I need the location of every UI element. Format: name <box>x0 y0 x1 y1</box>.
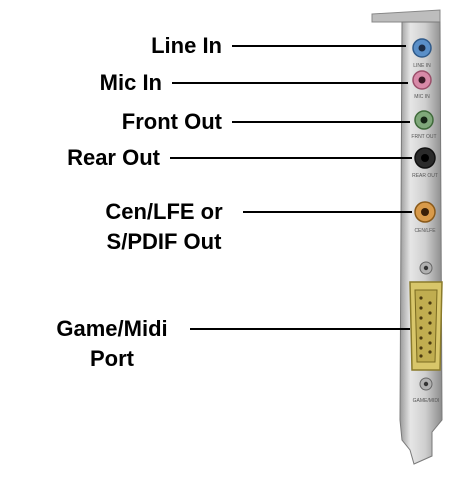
label-cen-lfe-line1: Cen/LFE or <box>105 199 223 224</box>
line-in-jack <box>412 38 432 58</box>
front-out-jack <box>414 110 434 130</box>
label-game-port-line1: Game/Midi <box>56 316 168 341</box>
label-game-port-line2: Port <box>90 346 134 371</box>
game-port-top-screw <box>419 261 433 275</box>
rear-out-jack <box>414 147 436 169</box>
mic-in-bracket-text: MIC IN <box>414 94 430 100</box>
mic-in-jack <box>412 70 432 90</box>
game-port-connector <box>409 281 443 371</box>
front-out-bracket-text: FRNT OUT <box>411 134 436 140</box>
label-front-out: Front Out <box>121 109 222 134</box>
label-cen-lfe-line2: S/PDIF Out <box>106 229 222 254</box>
diagram-canvas: LINE IN MIC IN FRNT OUT REAR OUT CEN/LFE <box>0 0 459 477</box>
cen-lfe-bracket-text: CEN/LFE <box>414 228 436 234</box>
game-port-bracket-text: GAME/MIDI <box>413 398 440 404</box>
game-port-bottom-screw <box>419 377 433 391</box>
label-mic-in: Mic In <box>99 70 162 95</box>
label-rear-out: Rear Out <box>67 145 160 170</box>
cen-lfe-jack <box>414 201 436 223</box>
label-line-in: Line In <box>151 33 222 58</box>
rear-out-bracket-text: REAR OUT <box>412 173 438 179</box>
line-in-bracket-text: LINE IN <box>413 63 431 69</box>
